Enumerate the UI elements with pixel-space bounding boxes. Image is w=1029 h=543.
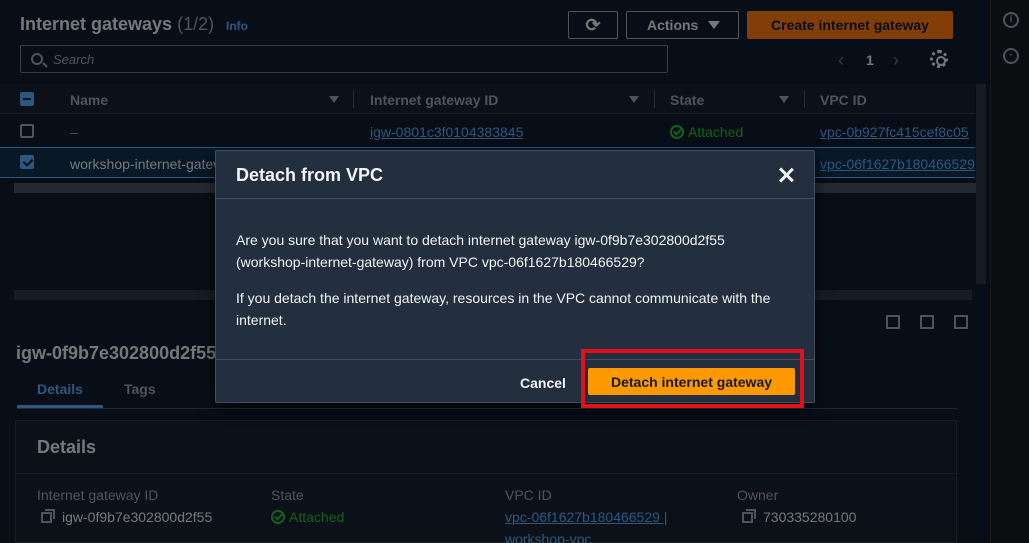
dialog-body: Are you sure that you want to detach int… [236,229,796,345]
dialog-title: Detach from VPC [236,165,384,185]
highlight-annotation-box [581,349,804,408]
cancel-button[interactable]: Cancel [511,373,575,393]
dialog-warning-text: If you detach the internet gateway, reso… [236,290,771,328]
dialog-header: Detach from VPC [216,151,814,199]
close-icon[interactable] [778,167,794,183]
dialog-confirmation-text: Are you sure that you want to detach int… [236,232,725,270]
